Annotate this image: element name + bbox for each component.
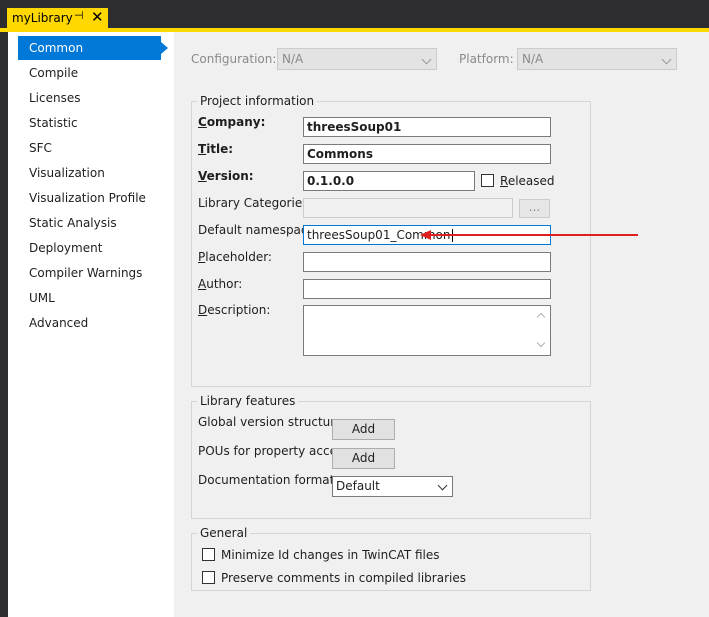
platform-value: N/A: [522, 52, 544, 66]
sidebar-item-common[interactable]: Common: [18, 36, 161, 60]
sidebar-item-licenses[interactable]: Licenses: [18, 86, 161, 110]
sidebar-item-uml[interactable]: UML: [18, 286, 161, 310]
company-field[interactable]: threesSoup01: [303, 117, 551, 137]
selection-arrow-icon: [161, 42, 168, 54]
released-label: Released: [500, 174, 555, 188]
pous-property-label: POUs for property access:: [198, 444, 354, 458]
description-textarea[interactable]: [303, 305, 551, 356]
close-icon[interactable]: ✕: [91, 8, 104, 26]
pin-icon[interactable]: ⊣: [74, 9, 84, 22]
global-version-label: Global version structure:: [198, 415, 347, 429]
library-features-title: Library features: [197, 394, 299, 408]
title-label: Title:: [198, 142, 234, 156]
annotation-arrow-icon: [420, 230, 638, 240]
minimize-id-label: Minimize Id changes in TwinCAT files: [221, 548, 440, 562]
default-namespace-label: Default namespace:: [198, 223, 319, 237]
sidebar-item-visualization[interactable]: Visualization: [18, 161, 161, 185]
chevron-down-icon: [437, 480, 448, 491]
platform-select[interactable]: N/A: [517, 48, 677, 70]
version-label: Version:: [198, 169, 254, 183]
sidebar-item-statistic[interactable]: Statistic: [18, 111, 161, 135]
document-tab-title: myLibrary: [12, 11, 73, 25]
document-tab-mylibrary[interactable]: myLibrary ⊣ ✕: [7, 8, 108, 28]
common-properties-panel: Configuration: N/A Platform: N/A Project…: [174, 32, 709, 617]
released-checkbox[interactable]: [481, 174, 494, 187]
library-categories-field: [303, 198, 513, 218]
preserve-comments-checkbox[interactable]: [202, 571, 215, 584]
documentation-format-label: Documentation format:: [198, 473, 339, 487]
global-version-add-button[interactable]: Add: [332, 419, 395, 440]
description-label: Description:: [198, 303, 271, 317]
minimize-id-checkbox[interactable]: [202, 548, 215, 561]
title-field[interactable]: Commons: [303, 144, 551, 164]
sidebar-item-static-analysis[interactable]: Static Analysis: [18, 211, 161, 235]
placeholder-field[interactable]: [303, 252, 551, 272]
sidebar-item-advanced[interactable]: Advanced: [18, 311, 161, 335]
pous-property-add-button[interactable]: Add: [332, 448, 395, 469]
configuration-label: Configuration:: [191, 52, 277, 66]
author-field[interactable]: [303, 279, 551, 299]
library-categories-label: Library Categories:: [198, 196, 313, 210]
configuration-value: N/A: [282, 52, 304, 66]
sidebar-item-deployment[interactable]: Deployment: [18, 236, 161, 260]
properties-sidebar: Common Compile Licenses Statistic SFC Vi…: [8, 32, 174, 617]
sidebar-item-visualization-profile[interactable]: Visualization Profile: [18, 186, 161, 210]
sidebar-item-compiler-warnings[interactable]: Compiler Warnings: [18, 261, 161, 285]
version-field[interactable]: 0.1.0.0: [303, 171, 475, 191]
documentation-format-value: Default: [336, 479, 380, 493]
library-categories-browse-button[interactable]: ...: [519, 199, 550, 218]
documentation-format-select[interactable]: Default: [332, 476, 453, 497]
sidebar-item-compile[interactable]: Compile: [18, 61, 161, 85]
chevron-down-icon: [421, 54, 432, 65]
configuration-select[interactable]: N/A: [277, 48, 437, 70]
placeholder-label: Placeholder:: [198, 250, 272, 264]
sidebar-item-sfc[interactable]: SFC: [18, 136, 161, 160]
company-label: Company:: [198, 115, 266, 129]
platform-label: Platform:: [459, 52, 514, 66]
preserve-comments-label: Preserve comments in compiled libraries: [221, 571, 466, 585]
author-label: Author:: [198, 277, 243, 291]
left-frame-border: [0, 32, 8, 617]
general-title: General: [197, 526, 251, 540]
chevron-down-icon: [661, 54, 672, 65]
project-information-title: Project information: [197, 94, 318, 108]
